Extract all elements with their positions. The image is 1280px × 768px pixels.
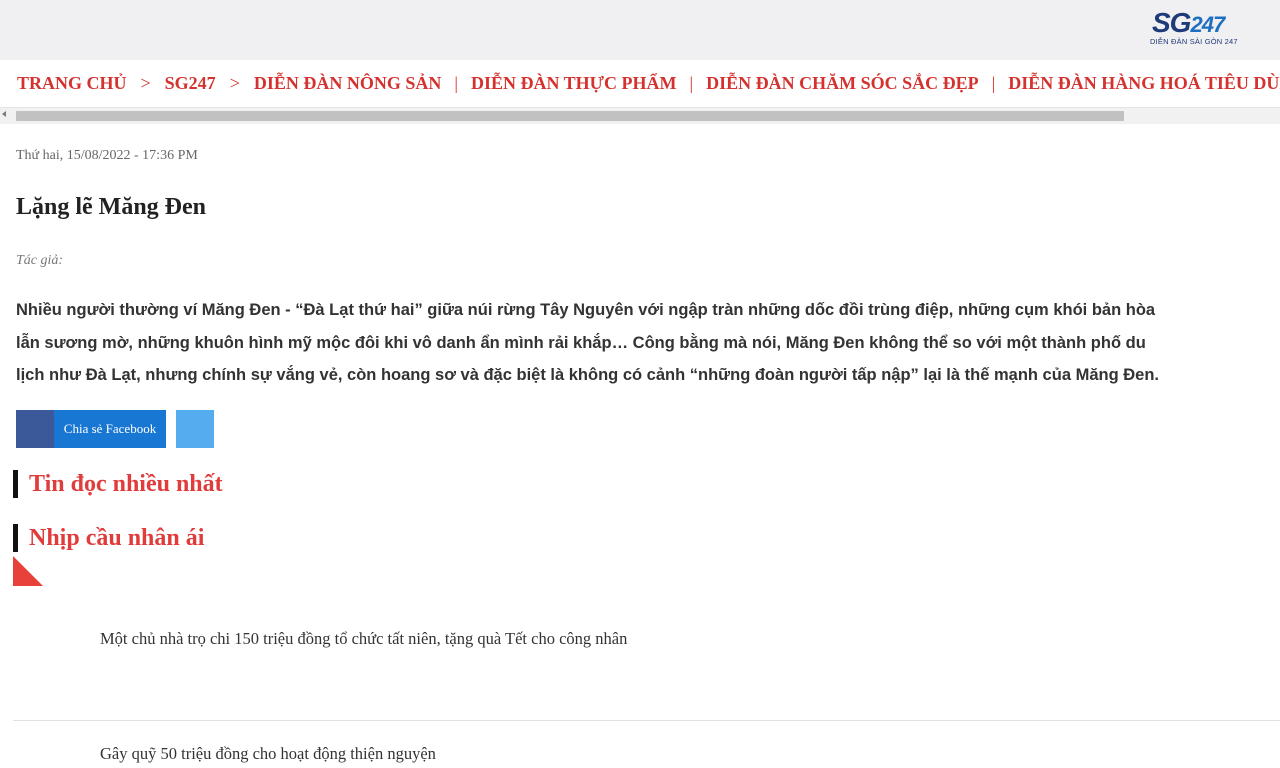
article-date: Thứ hai, 15/08/2022 - 17:36 PM: [16, 148, 198, 163]
share-facebook-label: Chia sẻ Facebook: [63, 421, 157, 436]
horizontal-scrollbar[interactable]: [0, 107, 1280, 124]
news-item-link[interactable]: Một chủ nhà trọ chi 150 triệu đồng tổ ch…: [100, 628, 627, 650]
section-charity-heading: Nhịp cầu nhân ái: [13, 524, 204, 552]
news-divider: [13, 720, 1280, 721]
nav-item-consumer-goods-forum[interactable]: DIỄN ĐÀN HÀNG HOÁ TIÊU DÙNG: [1008, 73, 1280, 93]
nav-separator: |: [454, 73, 458, 93]
nav-separator: |: [689, 73, 694, 93]
logo-subtitle: DIỄN ĐÀN SÀI GÒN 247: [1150, 37, 1238, 46]
share-twitter-button[interactable]: [176, 410, 214, 448]
lead-line: lẫn sương mờ, những khuôn hình mỹ mộc đô…: [16, 333, 1146, 352]
breadcrumb-separator: >: [140, 73, 151, 93]
lead-line: Nhiều người thường ví Măng Đen - “Đà Lạt…: [16, 301, 1156, 319]
scroll-left-arrow-icon[interactable]: [2, 111, 6, 117]
nav-item-food-forum[interactable]: DIỄN ĐÀN THỰC PHẨM: [471, 73, 677, 93]
breadcrumb-separator: >: [229, 73, 240, 93]
nav-item-home[interactable]: TRANG CHỦ: [17, 73, 127, 93]
article-author: Tác giả:: [16, 253, 64, 268]
nav-item-sg247[interactable]: SG247: [165, 73, 216, 93]
scrollbar-thumb[interactable]: [16, 111, 1124, 121]
share-facebook-button[interactable]: Chia sẻ Facebook: [16, 410, 166, 448]
lead-line: lịch như Đà Lạt, nhưng chính sự vắng vẻ,…: [16, 366, 1159, 384]
news-item-link[interactable]: Gây quỹ 50 triệu đồng cho hoạt động thiệ…: [100, 743, 436, 765]
article-lead: Nhiều người thường ví Măng Đen - “Đà Lạt…: [16, 294, 1280, 392]
facebook-icon: [16, 410, 54, 448]
nav-item-beauty-forum[interactable]: DIỄN ĐÀN CHĂM SÓC SẮC ĐẸP: [706, 73, 979, 93]
nav-item-agriculture-forum[interactable]: DIỄN ĐÀN NÔNG SẢN: [254, 73, 442, 93]
top-header: SG247 DIỄN ĐÀN SÀI GÒN 247: [0, 0, 1280, 60]
corner-ribbon-icon: [13, 556, 43, 586]
article-title: Lặng lẽ Măng Đen: [16, 194, 207, 220]
site-logo[interactable]: SG247 DIỄN ĐÀN SÀI GÒN 247: [1150, 8, 1270, 48]
section-most-read-heading: Tin đọc nhiều nhất: [13, 470, 223, 498]
main-navigation: TRANG CHỦ > SG247 > DIỄN ĐÀN NÔNG SẢN | DIỄN Đ…: [0, 60, 1280, 106]
nav-separator: |: [991, 73, 996, 93]
logo-wordmark: SG247: [1152, 7, 1225, 38]
nav-items: TRANG CHỦ > SG247 > DIỄN ĐÀN NÔNG SẢN | DIỄN Đ…: [17, 73, 1280, 93]
